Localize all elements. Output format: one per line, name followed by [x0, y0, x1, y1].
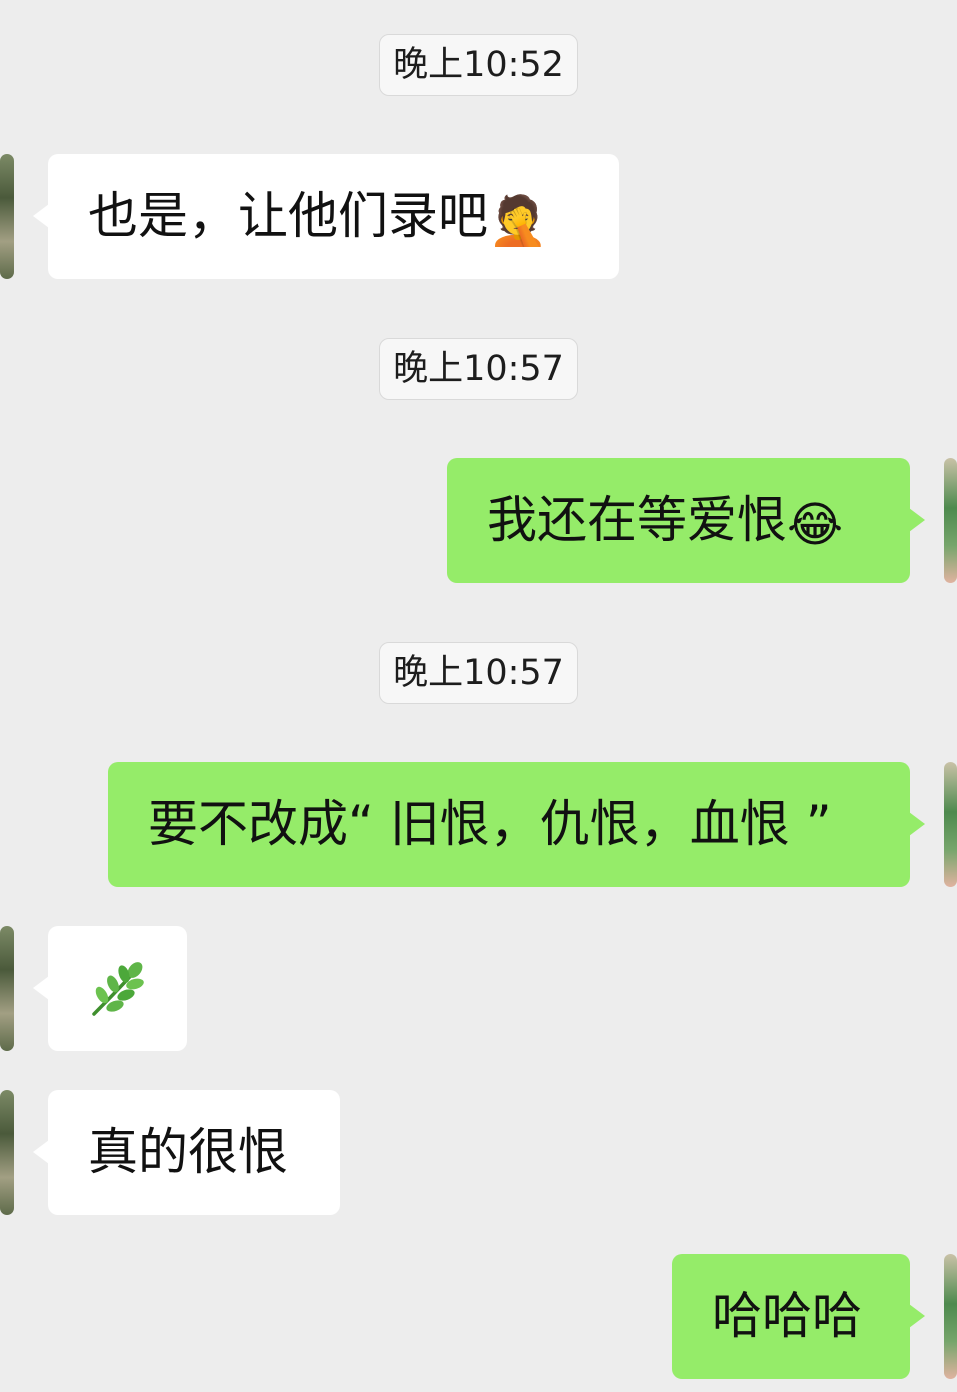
message-bubble-incoming[interactable] [33, 926, 187, 1051]
my-avatar[interactable] [944, 762, 957, 887]
message-text: 也是，让他们录吧 [88, 187, 488, 245]
message-text: 真的很恨 [88, 1123, 288, 1181]
bubble-tail [33, 1140, 49, 1164]
timestamp: 晚上10:57 [379, 338, 578, 400]
message-text: 哈哈哈 [712, 1287, 862, 1345]
message-text: 我还在等爱恨 [487, 491, 787, 549]
message-text: 要不改成“ 旧恨，仇恨，血恨 ” [148, 795, 832, 853]
contact-avatar[interactable] [0, 154, 14, 279]
timestamp: 晚上10:52 [379, 34, 578, 96]
message-bubble-incoming[interactable]: 也是，让他们录吧🤦 [33, 154, 619, 279]
my-avatar[interactable] [944, 1254, 957, 1379]
my-avatar[interactable] [944, 458, 957, 583]
tears-of-joy-emoji-icon: 😂 [787, 497, 844, 553]
message-bubble-incoming[interactable]: 真的很恨 [33, 1090, 340, 1215]
bubble-tail [909, 812, 925, 836]
message-bubble-outgoing[interactable]: 要不改成“ 旧恨，仇恨，血恨 ” [108, 762, 925, 887]
timestamp: 晚上10:57 [379, 642, 578, 704]
contact-avatar[interactable] [0, 926, 14, 1051]
bubble-tail [909, 1304, 925, 1328]
message-bubble-outgoing[interactable]: 哈哈哈 [672, 1254, 925, 1379]
bubble-tail [33, 204, 49, 228]
bubble-tail [909, 508, 925, 532]
facepalm-emoji-icon: 🤦 [488, 193, 548, 249]
contact-avatar[interactable] [0, 1090, 14, 1215]
bubble-tail [33, 976, 49, 1000]
herb-emoji-icon [92, 962, 144, 1016]
message-bubble-outgoing[interactable]: 我还在等爱恨😂 [447, 458, 925, 583]
